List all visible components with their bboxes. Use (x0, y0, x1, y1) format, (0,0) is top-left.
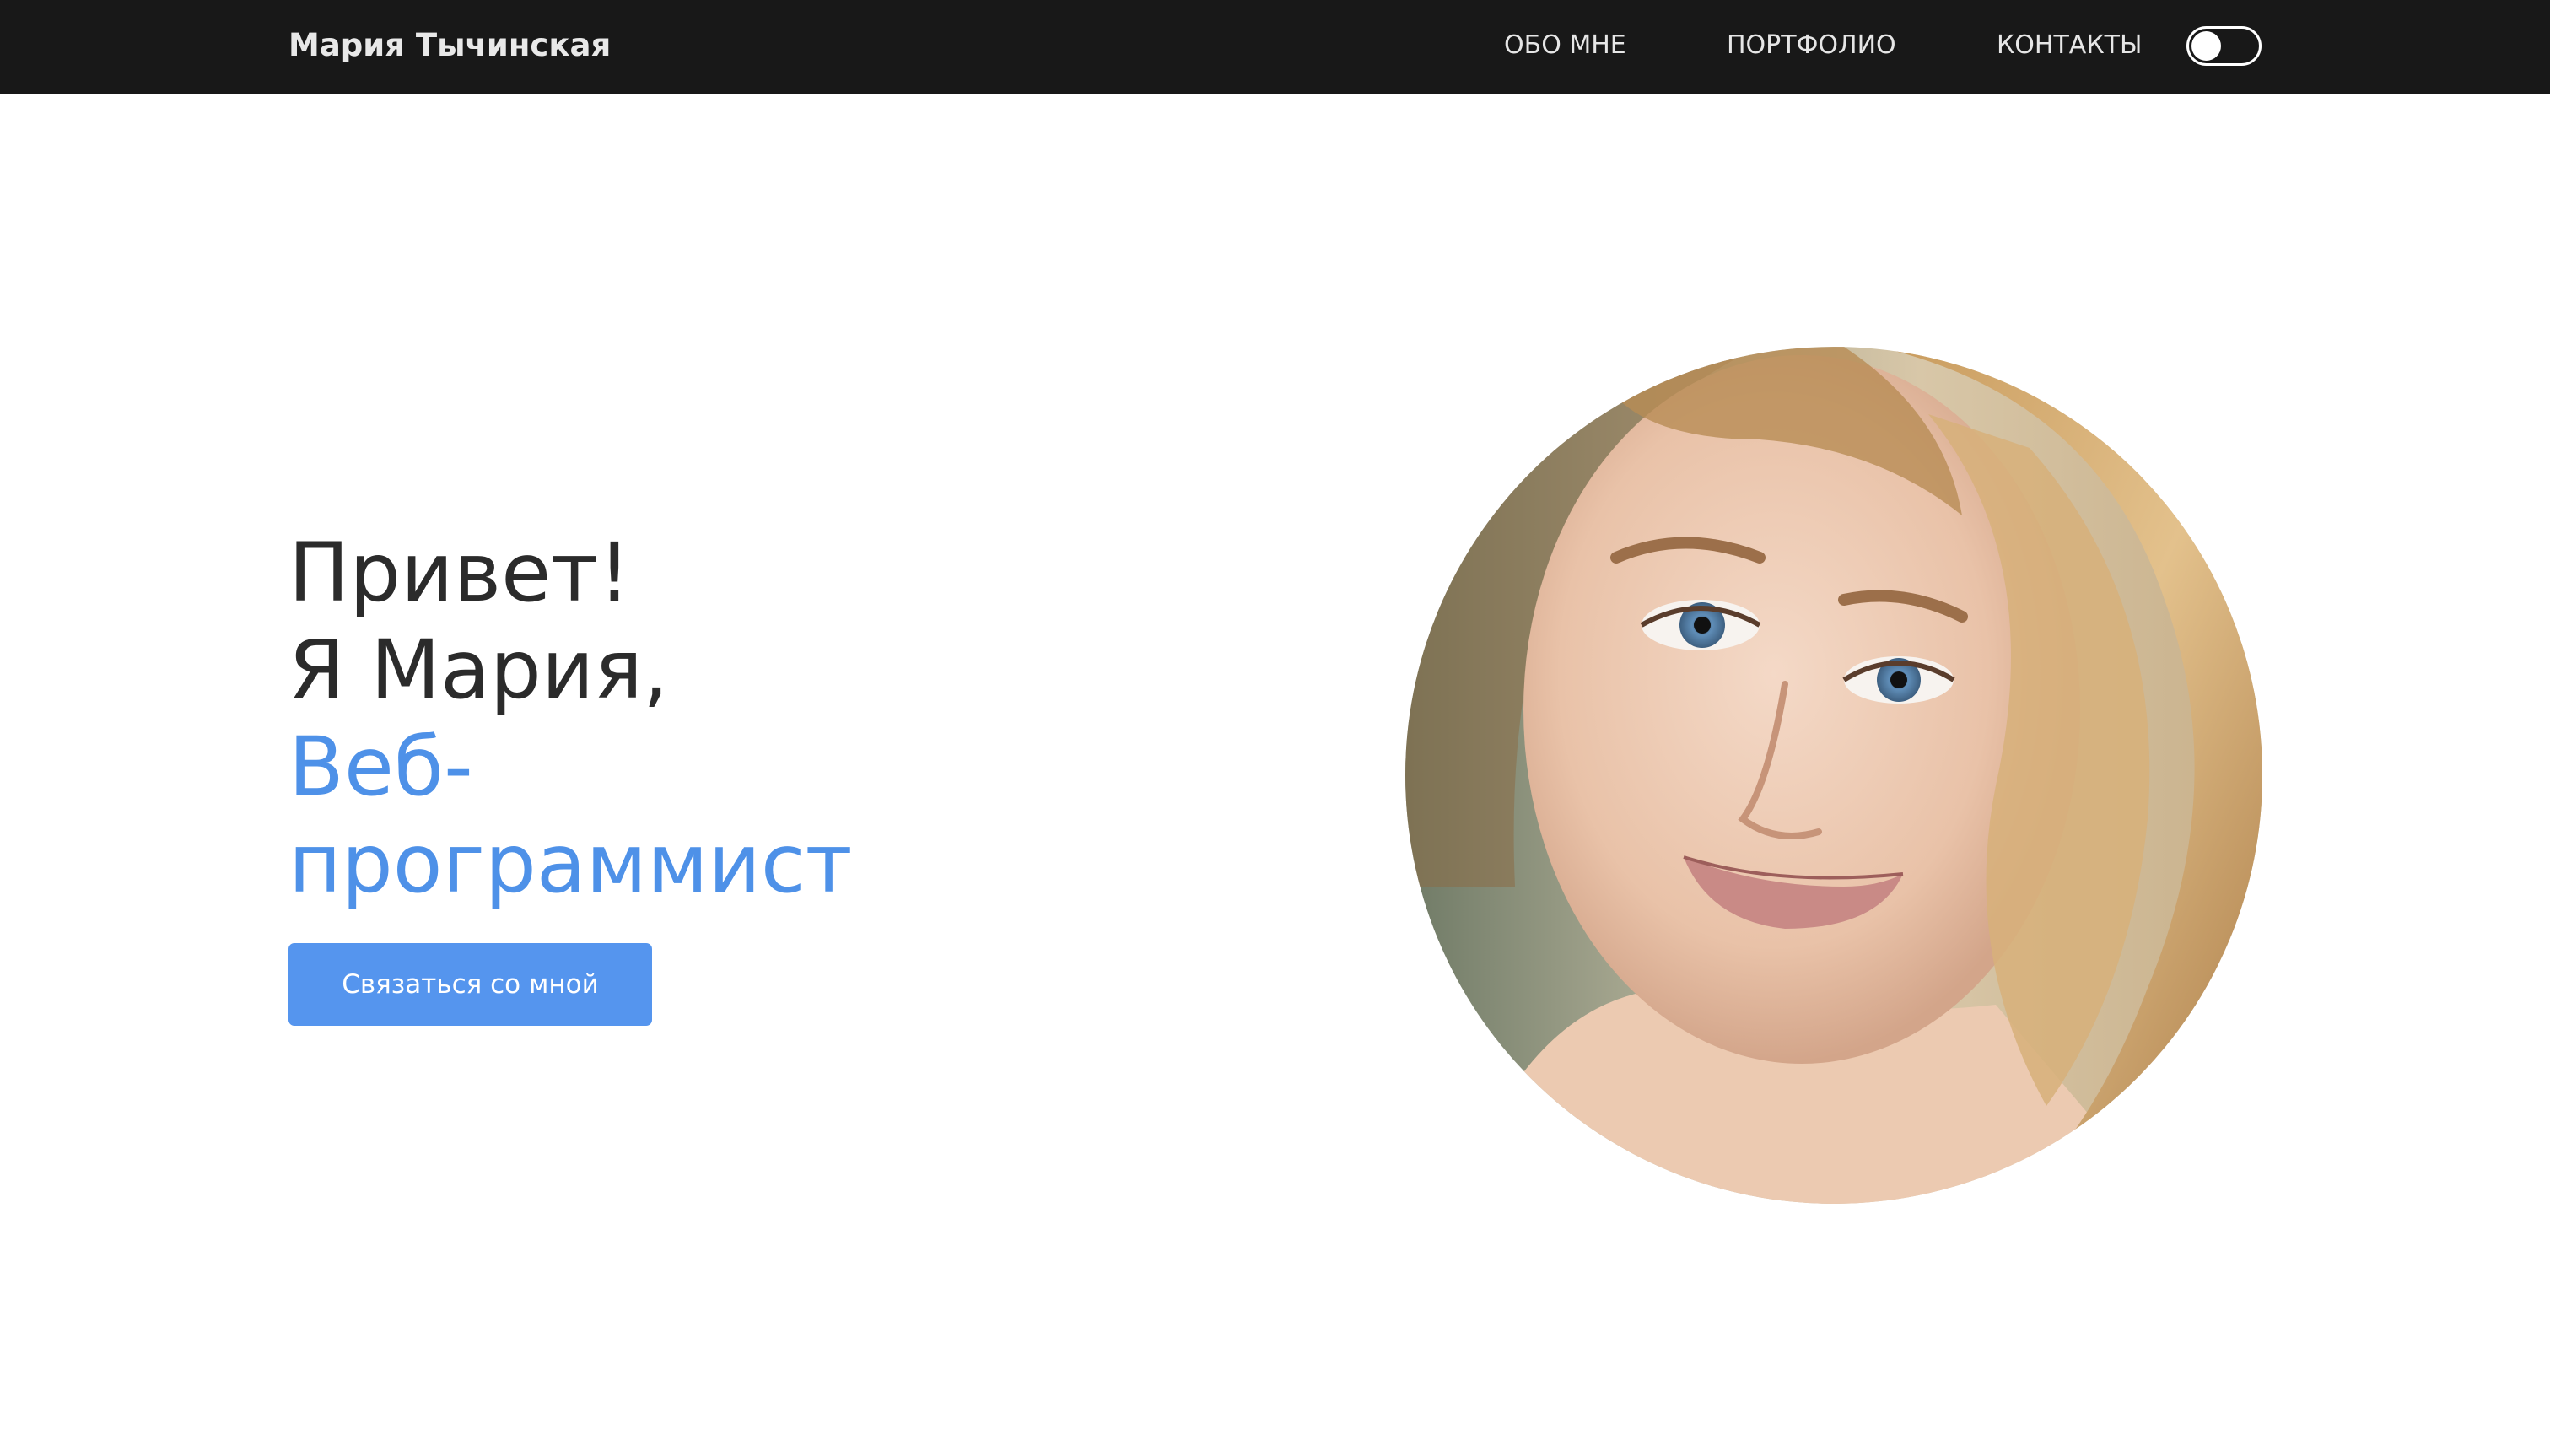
hero-name-line: Я Мария, (288, 623, 669, 717)
hero-role-line-2: программист (288, 817, 853, 911)
portrait-photo-image (1405, 347, 2262, 1204)
top-navbar: Мария Тычинская ОБО МНЕ ПОРТФОЛИО КОНТАК… (0, 0, 2550, 94)
site-brand-name[interactable]: Мария Тычинская (288, 24, 611, 67)
theme-toggle[interactable] (2186, 26, 2262, 66)
nav-link-contacts[interactable]: КОНТАКТЫ (1997, 25, 2142, 66)
hero-role-line-1: Веб- (288, 720, 473, 814)
profile-photo (1405, 347, 2262, 1204)
toggle-knob (2191, 31, 2221, 61)
nav-link-about[interactable]: ОБО МНЕ (1504, 25, 1626, 66)
contact-me-button[interactable]: Связаться со мной (288, 943, 652, 1026)
hero-greeting: Привет! (288, 526, 631, 620)
nav-link-portfolio[interactable]: ПОРТФОЛИО (1727, 25, 1896, 66)
hero-heading: Привет! Я Мария, Веб- программист (288, 525, 853, 913)
